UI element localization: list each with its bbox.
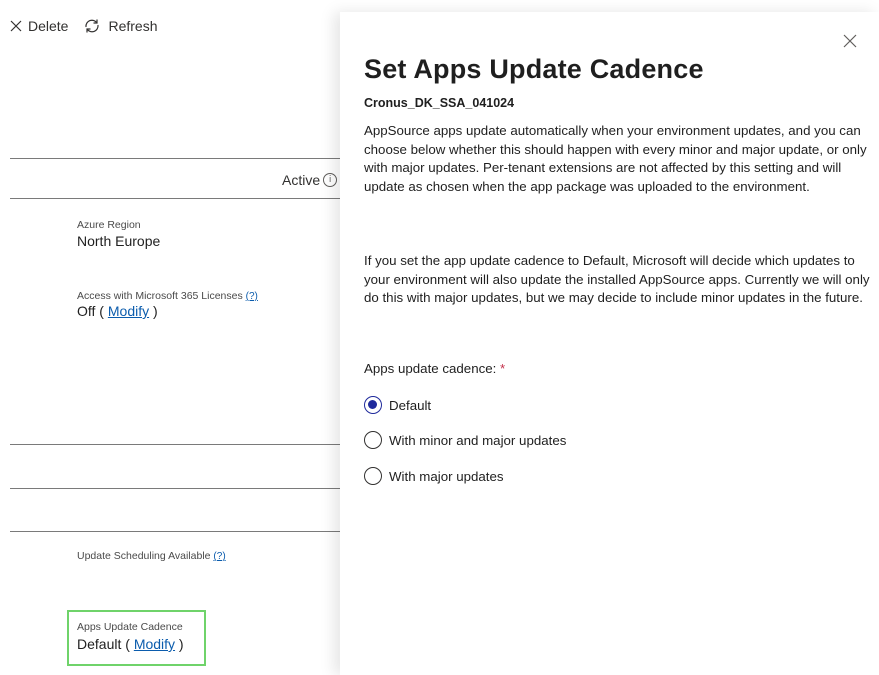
info-icon[interactable]: i [323, 173, 338, 187]
divider [10, 444, 340, 445]
help-link[interactable]: (?) [246, 291, 258, 302]
close-icon [843, 34, 857, 52]
apps-update-cadence-label: Apps Update Cadence [77, 621, 183, 633]
delete-label: Delete [28, 18, 69, 34]
help-link[interactable]: (?) [213, 551, 225, 562]
m365-access-state: Off [77, 303, 96, 319]
active-label: Active [282, 172, 321, 188]
close-panel-button[interactable] [843, 34, 857, 48]
m365-access-label: Access with Microsoft 365 Licenses (?) [77, 290, 258, 302]
apps-update-cadence-state: Default [77, 636, 122, 652]
radio-option-minor-and-major[interactable]: With minor and major updates [364, 431, 566, 449]
command-bar: Delete Refresh [10, 18, 172, 34]
m365-access-value: Off ( Modify ) [77, 303, 158, 319]
radio-button[interactable] [364, 467, 382, 485]
radio-button[interactable] [364, 431, 382, 449]
delete-button[interactable]: Delete [10, 18, 68, 34]
set-apps-update-cadence-panel: Set Apps Update Cadence Cronus_DK_SSA_04… [340, 12, 879, 675]
radio-option-label: Default [389, 397, 432, 413]
divider [10, 488, 340, 489]
cadence-field-label: Apps update cadence: * [364, 361, 505, 376]
refresh-button[interactable]: Refresh [82, 18, 158, 34]
refresh-label: Refresh [108, 18, 158, 34]
panel-title: Set Apps Update Cadence [364, 54, 704, 84]
cadence-modify-link[interactable]: Modify [134, 636, 175, 652]
azure-region-value: North Europe [77, 233, 161, 249]
environment-name: Cronus_DK_SSA_041024 [364, 96, 515, 110]
description-paragraph: AppSource apps update automatically when… [364, 123, 867, 194]
m365-modify-link[interactable]: Modify [108, 303, 149, 319]
divider [10, 198, 340, 199]
environment-details-page: Delete Refresh Active i Azure Region Nor… [0, 0, 340, 675]
m365-access-label-text: Access with Microsoft 365 Licenses [77, 290, 243, 302]
refresh-icon [82, 18, 102, 34]
divider [10, 531, 340, 532]
radio-option-default[interactable]: Default [364, 396, 431, 414]
status-column-header: Active i [282, 172, 338, 188]
update-scheduling-label-text: Update Scheduling Available [77, 550, 211, 562]
divider [10, 158, 340, 159]
apps-update-cadence-value: Default ( Modify ) [77, 636, 184, 652]
radio-option-label: With minor and major updates [389, 432, 567, 448]
radio-option-major-only[interactable]: With major updates [364, 467, 504, 485]
radio-option-label: With major updates [389, 468, 504, 484]
description-paragraph: If you set the app update cadence to Def… [364, 253, 870, 305]
radio-button-selected[interactable] [364, 396, 382, 414]
azure-region-label: Azure Region [77, 219, 141, 231]
close-icon [10, 20, 22, 32]
cadence-field-label-text: Apps update cadence: [364, 361, 497, 376]
required-marker: * [500, 361, 506, 376]
update-scheduling-label: Update Scheduling Available (?) [77, 550, 226, 562]
